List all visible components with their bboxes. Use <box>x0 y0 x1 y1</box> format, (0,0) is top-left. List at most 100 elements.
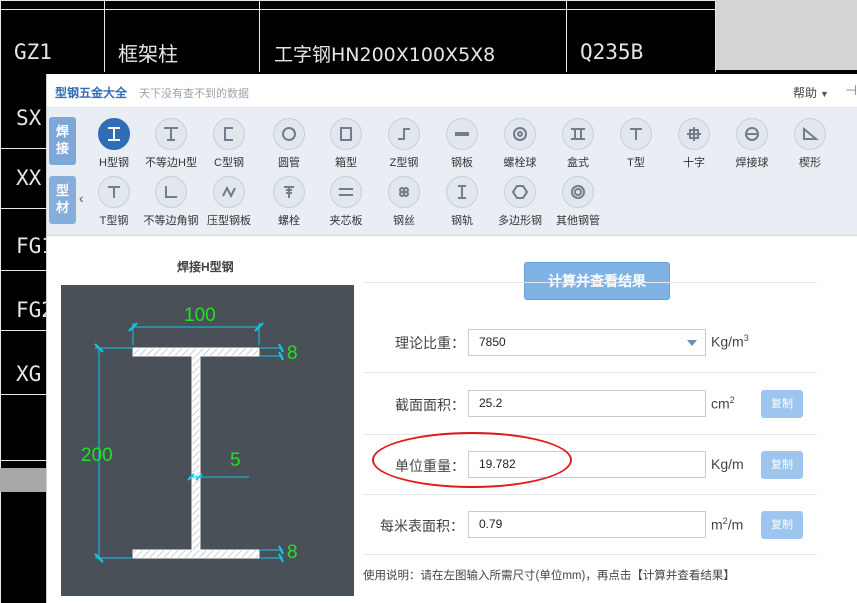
area-unit-base: cm <box>711 395 730 412</box>
annotation-ellipse <box>372 432 572 488</box>
box-section-icon <box>330 118 362 150</box>
weld-tool-label: 焊接球 <box>735 157 769 169</box>
weld-tool-7[interactable]: 螺栓球 <box>488 118 552 170</box>
unequal-angle-icon <box>155 176 187 208</box>
profile-tool-0[interactable]: T型钢 <box>82 176 146 228</box>
weld-tool-label: Z型钢 <box>389 157 419 169</box>
weld-tool-label: 钢板 <box>451 157 473 169</box>
profiled-sheet-icon <box>213 176 245 208</box>
weld-tool-11[interactable]: 焊接球 <box>720 118 784 170</box>
h-beam-icon <box>98 118 130 150</box>
profile-tool-label: 夹芯板 <box>329 215 363 227</box>
density-select[interactable]: 7850 <box>468 329 706 356</box>
section-toolbar: 焊接 型材 ‹ H型钢 不等边H型 C型钢 圆管 箱型 Z型钢 钢板 螺栓球 盒式 T型 十字 焊接球… <box>47 108 857 236</box>
weld-tool-12[interactable]: 楔形 <box>778 118 842 170</box>
diagram-title: 焊接H型钢 <box>177 260 234 274</box>
polygon-steel-icon <box>504 176 536 208</box>
usage-note: 使用说明：请在左图输入所需尺寸(单位mm)，再点击【计算并查看结果】 <box>363 570 735 582</box>
weld-tool-label: 箱型 <box>335 157 357 169</box>
dim-height-text[interactable]: 200 <box>81 445 113 466</box>
divider <box>363 282 817 283</box>
weld-tool-5[interactable]: Z型钢 <box>372 118 436 170</box>
t-section-icon <box>620 118 652 150</box>
divider <box>363 554 817 555</box>
weld-tool-label: C型钢 <box>214 157 244 169</box>
tab-profile-label: 型材 <box>55 183 69 215</box>
profile-tool-label: 压型钢板 <box>207 215 251 227</box>
profile-tool-3[interactable]: 螺栓 <box>257 176 321 228</box>
surface-area-field[interactable]: 0.79 <box>468 511 706 538</box>
app-title: 型钢五金大全 <box>55 86 128 100</box>
weld-tool-10[interactable]: 十字 <box>662 118 726 170</box>
dim-web-text[interactable]: 5 <box>230 450 241 471</box>
weld-tool-label: 楔形 <box>799 157 821 169</box>
cad-material: Q235B <box>580 40 644 64</box>
profile-tool-7[interactable]: 多边形钢 <box>488 176 552 228</box>
box-type-icon <box>562 118 594 150</box>
help-label: 帮助 <box>793 86 818 100</box>
help-menu[interactable]: 帮助 ▼ <box>793 84 829 101</box>
cad-right-panel <box>716 0 857 70</box>
dim-flange-top-text[interactable]: 8 <box>287 343 298 364</box>
cad-scroll-area <box>0 468 46 492</box>
density-unit-base: Kg/m <box>711 333 744 350</box>
density-label: 理论比重： <box>395 335 465 351</box>
cross-section-icon <box>678 118 710 150</box>
weld-tool-0[interactable]: H型钢 <box>82 118 146 170</box>
weld-tool-label: 不等边H型 <box>145 157 197 169</box>
cad-section-spec: 工字钢HN200X100X5X8 <box>274 44 496 66</box>
tab-profile[interactable]: 型材 <box>49 176 76 224</box>
density-unit-sup: 3 <box>743 333 749 343</box>
unequal-h-icon <box>155 118 187 150</box>
profile-tool-2[interactable]: 压型钢板 <box>197 176 261 228</box>
dim-flange-bottom-text[interactable]: 8 <box>287 542 298 563</box>
weld-tool-4[interactable]: 箱型 <box>314 118 378 170</box>
profile-tool-8[interactable]: 其他钢管 <box>546 176 610 228</box>
cad-code-gz1: GZ1 <box>14 40 52 64</box>
divider <box>363 372 817 373</box>
copy-surface-area-button[interactable]: 复制 <box>761 511 803 539</box>
weld-tool-9[interactable]: T型 <box>604 118 668 170</box>
surface-area-label: 每米表面积： <box>380 518 464 534</box>
cad-code-sx: SX <box>16 106 42 130</box>
cad-code-xx: XX <box>16 166 42 190</box>
profile-tool-label: 钢轨 <box>451 215 473 227</box>
z-section-icon <box>388 118 420 150</box>
unit-weight-unit: Kg/m <box>711 456 744 472</box>
profile-tool-label: 钢丝 <box>393 215 415 227</box>
profile-tool-label: 其他钢管 <box>556 215 600 227</box>
app-subtitle: 天下没有查不到的数据 <box>139 88 249 100</box>
pin-icon[interactable]: ⊣ <box>845 82 857 99</box>
weld-tool-6[interactable]: 钢板 <box>430 118 494 170</box>
weld-tool-label: 盒式 <box>567 157 589 169</box>
dim-width-text[interactable]: 100 <box>184 305 216 326</box>
copy-area-button[interactable]: 复制 <box>761 390 803 418</box>
weld-tool-1[interactable]: 不等边H型 <box>139 118 203 170</box>
area-field[interactable]: 25.2 <box>468 390 706 417</box>
weld-tool-2[interactable]: C型钢 <box>197 118 261 170</box>
profile-tool-label: 不等边角钢 <box>143 215 199 227</box>
rail-icon <box>446 176 478 208</box>
weld-tool-3[interactable]: 圆管 <box>257 118 321 170</box>
weld-tool-label: 螺栓球 <box>503 157 537 169</box>
steel-calculator-window: 型钢五金大全 天下没有查不到的数据 帮助 ▼ ⊣ 焊接 型材 ‹ H型钢 不等边H型… <box>46 74 857 603</box>
area-value: 25.2 <box>479 396 503 410</box>
profile-tool-6[interactable]: 钢轨 <box>430 176 494 228</box>
copy-unit-weight-button[interactable]: 复制 <box>761 451 803 479</box>
calculate-button[interactable]: 计算并查看结果 <box>524 262 670 300</box>
tab-weld[interactable]: 焊接 <box>49 117 76 165</box>
surface-area-unit-tail: /m <box>727 516 744 533</box>
steel-plate-icon <box>446 118 478 150</box>
profile-tool-label: 多边形钢 <box>498 215 542 227</box>
c-channel-icon <box>213 118 245 150</box>
surface-area-value: 0.79 <box>479 517 503 531</box>
bolt-ball-icon <box>504 118 536 150</box>
area-unit: cm2 <box>711 395 735 412</box>
weld-tool-8[interactable]: 盒式 <box>546 118 610 170</box>
profile-tool-1[interactable]: 不等边角钢 <box>139 176 203 228</box>
profile-tool-4[interactable]: 夹芯板 <box>314 176 378 228</box>
divider <box>363 494 817 495</box>
weld-tool-label: 十字 <box>683 157 705 169</box>
wedge-icon <box>794 118 826 150</box>
profile-tool-5[interactable]: 钢丝 <box>372 176 436 228</box>
